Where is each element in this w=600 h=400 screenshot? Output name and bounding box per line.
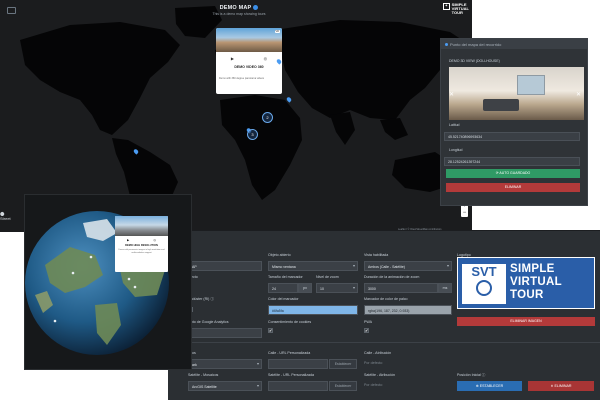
next-icon[interactable]: ✕ [576,91,584,99]
latitude-label: Latitud [449,123,460,127]
poi-panel-title: Punto del mapa del recorrido [450,42,502,47]
cluster-color-input[interactable]: rgba(196, 187, 232, 0.933) [364,305,452,315]
street-attr-label: Calle - Atribución [364,351,392,355]
latitude-input[interactable]: 45.521740896993634 [444,132,580,141]
marker-color-input[interactable]: #6fa5fa [268,305,358,315]
logo-line: TOUR [510,289,544,301]
logo-mark-icon: ◈ [443,3,450,10]
tile-label: Vista habilitada [364,253,389,257]
auto-save-button[interactable]: ⟳ AUTO GUARDADO [446,169,580,178]
pwa-label: PWA [364,320,373,324]
establish-satellite-button[interactable]: Establecer [329,381,357,391]
cookie-label: Consentimiento de cookies [268,320,312,324]
ms-unit: ms [438,283,452,293]
cookie-checkbox[interactable]: ✔ [268,328,273,333]
tour-name-label: DEMO 3D VIEW (DOLLHOUSE) [449,59,500,63]
tour-preview-image[interactable]: ✕ ✕ [449,67,584,120]
play-icon[interactable]: ▶ [127,238,129,242]
zoom-out-button[interactable]: − [461,210,468,217]
pwa-checkbox[interactable]: ✔ [364,328,369,333]
zoom-level-select[interactable]: 10 [316,283,358,293]
marker-size-label: Tamaño del marcador [268,275,303,279]
px-unit: px [298,283,312,293]
logo-line: VIRTUAL [510,276,562,288]
svt-logo-mark: SVT [462,264,506,304]
tour-name: DEMO HIGH RESOLUTION [125,244,158,247]
help-icon[interactable]: ⓘ [482,373,486,377]
initial-position-label: Posición Inicial ⓘ [457,373,486,377]
map-title: DEMO MAP [219,5,252,11]
vr-badge: VR [274,30,280,33]
logo-preview: SVT SIMPLE VIRTUAL TOUR [457,257,595,309]
map-settings-panel: AP Objeto abierto Mismo ventana Vista ha… [168,230,600,400]
flyto-label: Duración de la animación de zoom [364,275,420,279]
street-tiles-select[interactable]: ark [188,359,262,369]
tour-popup-card[interactable]: VR ▶ ◎ DEMO VIDEO 360 Demo with 360 degr… [216,28,282,94]
layout-select[interactable]: Mismo ventana [268,261,358,271]
ring-icon [476,280,492,296]
play-icon[interactable]: ▶ [231,56,234,61]
marker-size-input[interactable]: 24 [268,283,298,293]
satellite-select[interactable]: ArcGIS Satellite [188,381,262,391]
poi-panel: Punto del mapa del recorrido DEMO 3D VIE… [440,38,588,206]
target-icon[interactable]: ◎ [153,238,156,242]
brand-logo: ◈ SIMPLE VIRTUAL TOUR [443,2,469,16]
tile-select[interactable]: Ambos (Calle - Satélite) [364,261,452,271]
brand-line: TOUR [451,10,463,16]
delete-image-button[interactable]: ELIMINAR IMAGEN [457,317,595,326]
delete-button[interactable]: ELIMINAR [446,183,580,192]
analytics-input[interactable] [188,328,262,338]
tour-description: Demo with 360 degree panorama videos [219,77,265,80]
target-icon[interactable]: ◎ [264,56,268,61]
map-name-input[interactable]: AP [188,261,262,271]
layout-label: Objeto abierto [268,253,291,257]
map-title-box: DEMO MAP This is a demo map showing tour… [210,5,268,16]
delete-position-button[interactable]: ✕ ELIMINAR [528,381,594,391]
analytics-label: iento de Google Analytics [188,320,229,324]
prev-icon[interactable]: ✕ [449,91,457,99]
satellite-url-input[interactable] [268,381,328,391]
longitude-input[interactable]: 28.12524261397244 [444,157,580,166]
satellite-attr-input[interactable]: Por defecto [364,383,382,387]
zoom-level-label: Nivel de zoom [316,275,339,279]
tour-name: DEMO VIDEO 360 [234,65,264,69]
tour-description: Demo with panoramic images in high resol… [118,249,165,254]
street-url-input[interactable] [268,359,328,369]
help-icon[interactable]: ⓘ [210,297,214,301]
establish-street-button[interactable]: Establecer [329,359,357,369]
street-attr-input[interactable]: Por defecto [364,361,382,365]
satellite-url-label: Satélite - URL Personalizada [268,373,315,377]
flyto-input[interactable]: 3000 [364,283,438,293]
set-position-button[interactable]: ⊕ ESTABLECER [457,381,522,391]
info-icon[interactable] [253,5,259,11]
marker-cluster[interactable]: 3 [247,129,258,140]
satellite-label: Satélite - Mosaicos [188,373,219,377]
street-toggle[interactable]: ⬤ Street [0,211,11,221]
satellite-attr-label: Satélite - Atribución [364,373,395,377]
map-subtitle: This is a demo map showing tours [212,12,266,16]
layers-icon[interactable] [7,7,16,14]
longitude-label: Longitud [449,148,463,152]
marker-cluster[interactable]: 2 [262,112,273,123]
marker-color-label: Color del marcador [268,297,299,301]
tour-thumbnail[interactable] [216,28,282,52]
poi-panel-header: Punto del mapa del recorrido [441,39,587,49]
map-pin-icon [445,43,448,46]
tour-thumbnail[interactable] [115,216,168,236]
globe-tour-card[interactable]: ▶ ◎ DEMO HIGH RESOLUTION Demo with panor… [115,216,168,272]
street-url-label: Calle - URL Personalizada [268,351,311,355]
logo-line: SIMPLE [510,263,555,275]
globe-view-window[interactable]: ▶ ◎ DEMO HIGH RESOLUTION Demo with panor… [24,194,192,370]
cluster-color-label: Marcador de color de palco [364,297,408,301]
